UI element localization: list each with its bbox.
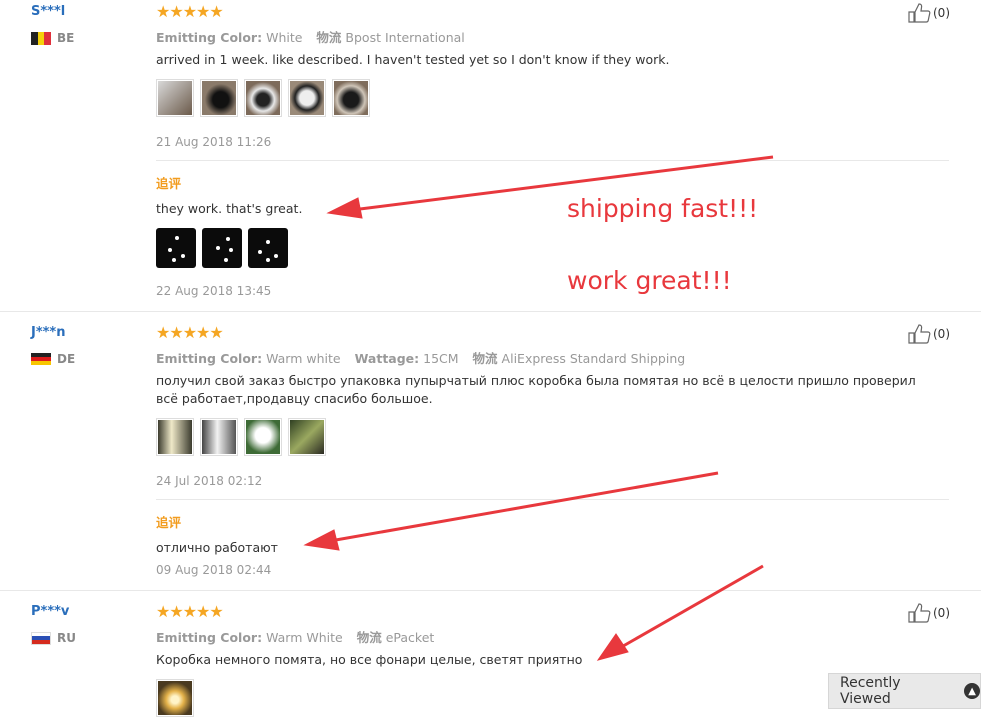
annotation-work-great: work great!!! bbox=[567, 266, 732, 295]
arrow-line bbox=[617, 564, 764, 651]
arrow-head bbox=[596, 633, 629, 661]
annotation-arrows bbox=[303, 155, 774, 661]
arrow-head bbox=[326, 197, 363, 219]
arrow-line bbox=[329, 471, 719, 543]
annotation-shipping-fast: shipping fast!!! bbox=[567, 194, 759, 223]
recently-viewed-tab[interactable]: Recently Viewed ▲ bbox=[828, 673, 981, 709]
chevron-up-icon: ▲ bbox=[964, 683, 980, 699]
recently-viewed-label: Recently Viewed bbox=[840, 675, 901, 707]
arrow-head bbox=[303, 529, 340, 551]
